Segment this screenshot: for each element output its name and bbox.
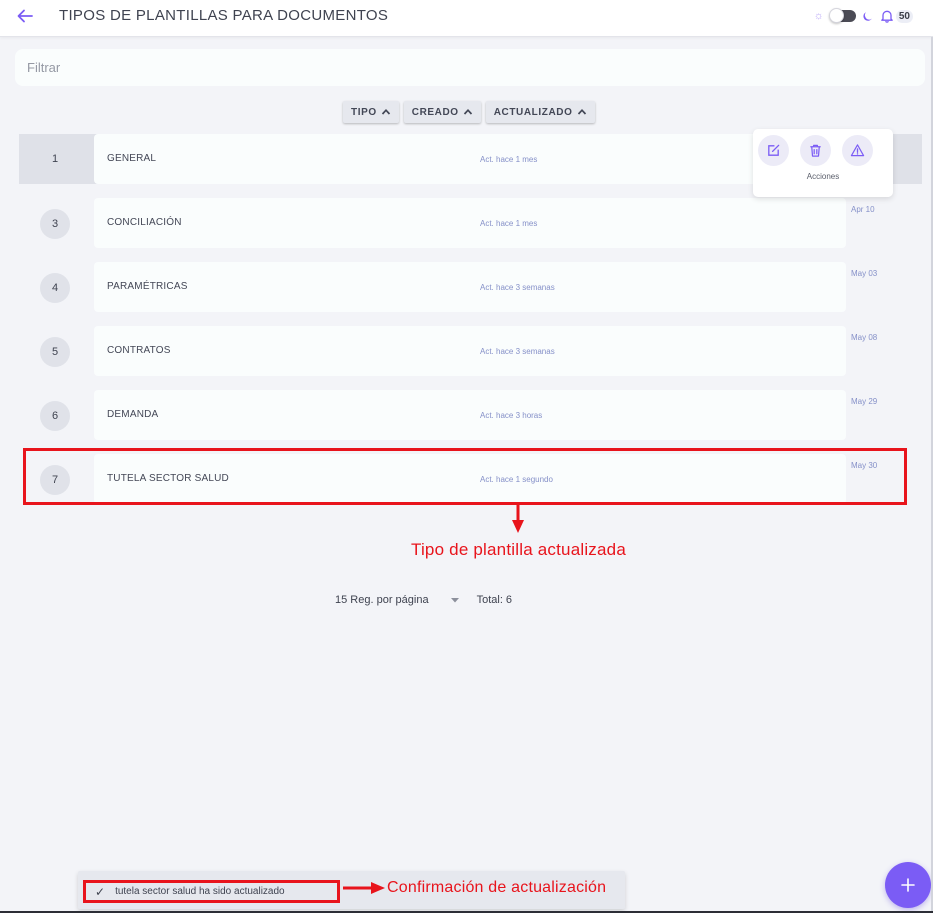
bell-icon [881,10,893,23]
annotation-arrow-right-icon [343,882,385,894]
warning-icon [850,144,865,157]
sort-bar: TIPO CREADO ACTUALIZADO [343,101,595,123]
per-page-select[interactable]: 15 Reg. por página [335,594,459,606]
filter-input[interactable] [15,49,925,86]
back-button[interactable] [12,3,38,29]
row-name: CONTRATOS [107,345,171,356]
annotation-confirmation: Confirmación de actualización [387,879,607,896]
table-row[interactable]: CONCILIACIÓN Act. hace 1 mes [94,198,846,248]
check-icon: ✓ [95,884,106,899]
pagination: 15 Reg. por página Total: 6 [335,592,512,608]
sort-actualizado-button[interactable]: ACTUALIZADO [485,101,595,123]
row-number: 4 [40,273,70,303]
row-updated: Act. hace 1 mes [480,155,538,164]
annotation-arrow-down-icon [512,505,524,533]
top-bar: TIPOS DE PLANTILLAS PARA DOCUMENTOS ☼ 50 [0,0,933,37]
toast-message: tutela sector salud ha sido actualizado [115,886,285,897]
row-number: 1 [51,153,59,165]
notifications-count: 50 [895,9,913,23]
row-updated: Act. hace 1 mes [480,219,538,228]
notifications-button[interactable]: 50 [880,9,913,23]
caret-down-icon [450,597,459,603]
filter-box [15,49,925,86]
add-button[interactable] [885,862,931,908]
per-page-label: 15 Reg. por página [335,594,429,606]
annotation-highlight-box [23,448,907,505]
edit-button[interactable] [758,135,789,166]
sun-icon: ☼ [813,9,824,22]
table-row[interactable]: CONTRATOS Act. hace 3 semanas [94,326,846,376]
theme-toggle[interactable] [828,8,856,23]
sort-tipo-label: TIPO [351,106,377,118]
row-updated: Act. hace 3 horas [480,411,543,420]
row-number: 3 [40,209,70,239]
row-date: Apr 10 [851,205,875,214]
row-number: 6 [40,401,70,431]
plus-icon [901,878,915,892]
warning-button[interactable] [842,135,873,166]
arrow-left-icon [17,9,33,23]
chevron-up-icon [381,108,390,115]
row-updated: Act. hace 3 semanas [480,283,555,292]
annotation-toast-highlight: ✓ tutela sector salud ha sido actualizad… [83,880,340,903]
row-name: DEMANDA [107,409,159,420]
page-title: TIPOS DE PLANTILLAS PARA DOCUMENTOS [59,7,389,24]
sort-actualizado-label: ACTUALIZADO [493,106,573,118]
theme-controls: ☼ 50 [814,6,913,26]
row-updated: Act. hace 3 semanas [480,347,555,356]
annotation-updated-type: Tipo de plantilla actualizada [411,540,626,559]
actions-popup: Acciones [753,129,893,197]
sort-creado-button[interactable]: CREADO [403,101,481,123]
table-row[interactable]: PARAMÉTRICAS Act. hace 3 semanas [94,262,846,312]
table-row[interactable]: DEMANDA Act. hace 3 horas [94,390,846,440]
edit-icon [768,144,780,156]
row-name: CONCILIACIÓN [107,217,182,228]
row-name: GENERAL [107,153,157,164]
table-row[interactable]: GENERAL Act. hace 1 mes [94,134,846,184]
chevron-up-icon [463,108,472,115]
actions-label: Acciones [806,172,840,181]
row-date: May 08 [851,333,878,342]
row-date: May 03 [851,269,878,278]
row-number: 5 [40,337,70,367]
row-date: May 29 [851,397,878,406]
trash-icon [810,144,821,157]
toggle-knob [828,8,844,23]
delete-button[interactable] [800,135,831,166]
row-name: PARAMÉTRICAS [107,281,188,292]
sort-creado-label: CREADO [411,106,459,118]
sort-tipo-button[interactable]: TIPO [343,101,399,123]
chevron-up-icon [577,108,586,115]
total-count: Total: 6 [476,594,513,606]
moon-icon [862,10,874,22]
